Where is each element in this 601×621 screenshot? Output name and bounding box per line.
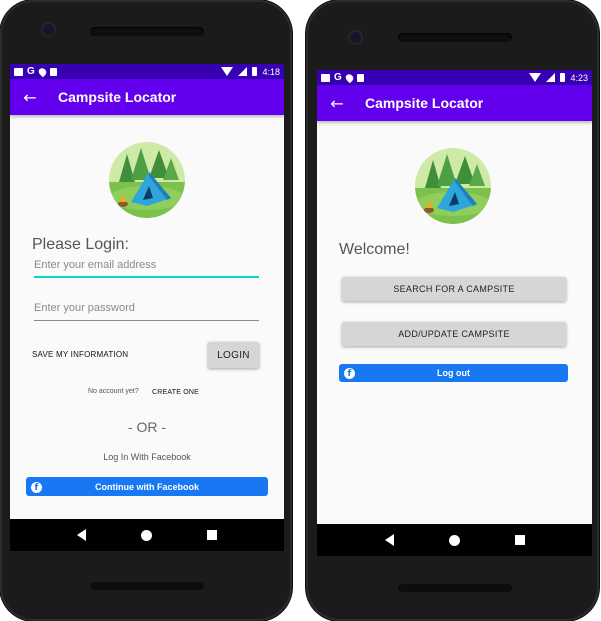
sd-card-icon xyxy=(356,73,364,82)
app-bar: ← Campsite Locator xyxy=(10,79,284,115)
image-icon xyxy=(14,67,23,76)
campsite-tent-logo xyxy=(109,142,185,218)
status-bar: G 4:18 xyxy=(10,64,284,79)
save-my-information-button[interactable]: SAVE MY INFORMATION xyxy=(32,350,128,359)
status-time: 4:18 xyxy=(262,66,280,77)
wifi-icon xyxy=(529,73,542,82)
android-nav-bar xyxy=(10,519,284,551)
search-for-a-campsite-button[interactable]: SEARCH FOR A CAMPSITE xyxy=(342,277,566,301)
signal-icon xyxy=(546,73,556,82)
password-underline xyxy=(34,320,259,321)
google-g-icon: G xyxy=(27,66,35,77)
battery-icon xyxy=(252,67,258,76)
welcome-heading: Welcome! xyxy=(339,241,410,258)
log-out-button[interactable]: f Log out xyxy=(339,364,568,382)
bottom-speaker xyxy=(90,582,204,590)
wifi-icon xyxy=(221,67,234,76)
app-title: Campsite Locator xyxy=(58,89,177,105)
facebook-icon: f xyxy=(344,368,355,379)
front-camera-icon xyxy=(350,32,361,43)
email-underline xyxy=(34,276,259,278)
campsite-tent-logo xyxy=(415,148,491,224)
android-nav-bar xyxy=(317,524,592,556)
right-screen: G 4:23 ← Campsite Locator Welcome! SEARC… xyxy=(317,70,592,524)
create-one-button[interactable]: CREATE ONE xyxy=(152,389,199,396)
earpiece-speaker xyxy=(90,27,204,36)
email-field[interactable]: Enter your email address xyxy=(34,259,259,278)
earpiece-speaker xyxy=(398,33,512,42)
nav-back-icon[interactable] xyxy=(384,534,394,546)
sd-card-icon xyxy=(49,67,57,76)
google-g-icon: G xyxy=(334,72,342,83)
battery-icon xyxy=(560,73,566,82)
back-arrow-icon[interactable]: ← xyxy=(317,94,357,113)
login-button[interactable]: LOGIN xyxy=(208,342,259,368)
nav-recents-icon[interactable] xyxy=(514,535,525,545)
continue-with-facebook-label: Continue with Facebook xyxy=(94,481,199,492)
nav-back-icon[interactable] xyxy=(77,529,87,541)
bottom-speaker xyxy=(398,584,512,592)
facebook-icon: f xyxy=(31,481,42,493)
nav-recents-icon[interactable] xyxy=(206,530,217,540)
front-camera-icon xyxy=(43,24,54,35)
app-bar: ← Campsite Locator xyxy=(317,85,592,121)
back-arrow-icon[interactable]: ← xyxy=(10,88,50,107)
or-divider: - OR - xyxy=(127,419,167,435)
email-placeholder: Enter your email address xyxy=(34,259,157,271)
image-icon xyxy=(321,73,330,82)
login-heading: Please Login: xyxy=(32,236,129,253)
nav-home-icon[interactable] xyxy=(140,529,152,541)
left-screen: G 4:18 ← Campsite Locator Please Login: … xyxy=(10,64,284,519)
no-account-text: No account yet? xyxy=(88,388,139,395)
app-title: Campsite Locator xyxy=(365,95,484,111)
right-phone-frame: G 4:23 ← Campsite Locator Welcome! SEARC… xyxy=(306,0,599,621)
left-phone-frame: G 4:18 ← Campsite Locator Please Login: … xyxy=(0,0,292,621)
facebook-caption: Log In With Facebook xyxy=(103,452,191,462)
add-update-campsite-button[interactable]: ADD/UPDATE CAMPSITE xyxy=(342,322,566,346)
signal-icon xyxy=(238,67,248,76)
password-placeholder: Enter your password xyxy=(34,302,135,314)
continue-with-facebook-button[interactable]: f Continue with Facebook xyxy=(26,477,268,496)
status-bar: G 4:23 xyxy=(317,70,592,85)
location-pin-icon xyxy=(343,72,355,83)
log-out-label: Log out xyxy=(437,368,470,378)
password-field[interactable]: Enter your password xyxy=(34,302,259,321)
nav-home-icon[interactable] xyxy=(448,534,460,546)
status-time: 4:23 xyxy=(570,72,588,83)
location-pin-icon xyxy=(36,66,48,77)
